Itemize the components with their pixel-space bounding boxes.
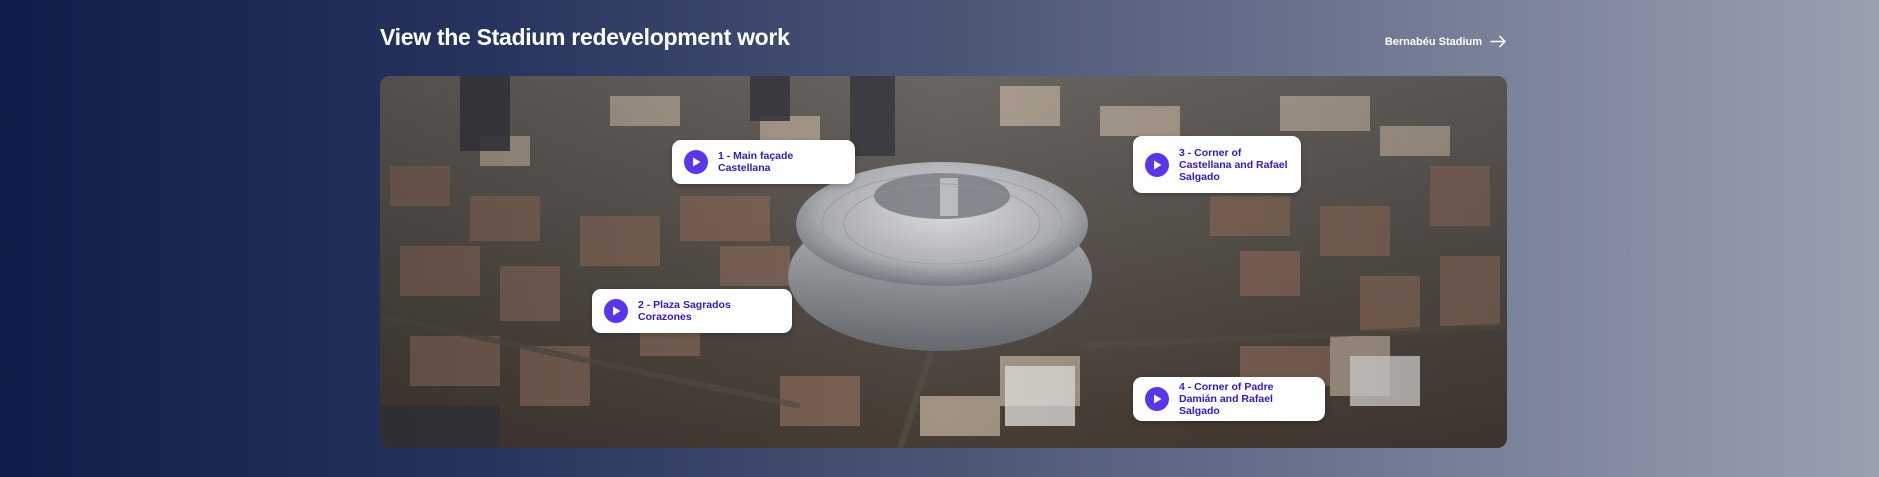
hotspot-corner-castellana[interactable]: 3 - Corner of Castellana and Rafael Salg…	[1133, 136, 1301, 193]
stadium-link-label: Bernabéu Stadium	[1384, 35, 1482, 48]
hotspot-main-facade[interactable]: 1 - Main façade Castellana	[672, 140, 855, 184]
hotspot-label: 2 - Plaza Sagrados Corazones	[638, 299, 731, 323]
bernabeu-stadium-link[interactable]: Bernabéu Stadium	[1385, 35, 1507, 48]
play-icon	[1145, 387, 1169, 411]
hotspot-plaza-sagrados[interactable]: 2 - Plaza Sagrados Corazones	[592, 289, 792, 333]
hotspot-label: 4 - Corner of Padre Damián and Rafael Sa…	[1179, 381, 1274, 417]
play-icon	[1145, 152, 1169, 177]
arrow-right-icon	[1490, 35, 1506, 48]
play-icon	[684, 150, 708, 174]
hotspot-label: 3 - Corner of Castellana and Rafael Salg…	[1179, 146, 1288, 183]
hotspot-corner-padre-damian[interactable]: 4 - Corner of Padre Damián and Rafael Sa…	[1133, 377, 1325, 421]
hotspot-label: 1 - Main façade Castellana	[718, 150, 794, 174]
section-title: View the Stadium redevelopment work	[380, 24, 790, 50]
stadium-aerial-view: 1 - Main façade Castellana 2 - Plaza Sag…	[380, 76, 1507, 448]
aerial-photo	[380, 76, 1507, 448]
play-icon	[604, 299, 628, 323]
